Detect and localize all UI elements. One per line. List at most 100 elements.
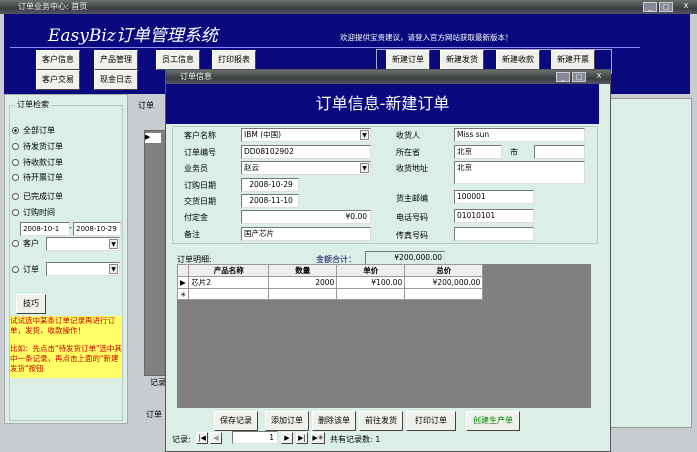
nav-employee-info[interactable]: 员工信息	[156, 50, 200, 70]
radio-label: 已完成订单	[23, 192, 63, 201]
customer-select[interactable]: ▼	[46, 237, 120, 251]
dialog-maximize-button[interactable]: □	[572, 72, 586, 82]
right-panel	[610, 98, 692, 428]
total-value: ¥200,000.00	[365, 251, 445, 265]
deposit-label: 付定金	[184, 213, 208, 222]
chevron-down-icon[interactable]: ▼	[360, 130, 369, 140]
note-input[interactable]: 国产芯片	[241, 227, 371, 241]
close-button[interactable]: X	[679, 2, 693, 12]
order-no-input[interactable]: DD08102902	[241, 145, 371, 159]
cell-total[interactable]: ¥200,000.00	[404, 276, 484, 289]
date-to-input[interactable]: 2008-10-29	[73, 222, 121, 236]
new-order-button[interactable]: 新建订单	[386, 50, 430, 70]
cell-price[interactable]: ¥100.00	[336, 276, 406, 289]
list-label: 订单	[138, 101, 154, 110]
search-title: 订单检索	[15, 99, 51, 110]
records-label: 记录	[150, 378, 166, 387]
maximize-button[interactable]: □	[659, 2, 673, 12]
prev-record-icon[interactable]: ◀	[210, 432, 222, 444]
deposit-input[interactable]: ¥0.00	[241, 210, 371, 224]
zip-label: 货主邮编	[396, 194, 428, 203]
nav-customer-trade[interactable]: 客户交易	[36, 70, 80, 90]
chevron-down-icon[interactable]: ▼	[360, 163, 369, 173]
radio-order[interactable]	[12, 266, 19, 273]
order-label-bg: 订单	[146, 410, 162, 419]
nav-print-reports[interactable]: 打印报表	[212, 50, 256, 70]
table-row[interactable]: ▶ 芯片2 2000 ¥100.00 ¥200,000.00	[176, 276, 484, 289]
dialog-close-button[interactable]: X	[592, 72, 606, 82]
phone-label: 电话号码	[396, 213, 428, 222]
last-record-icon[interactable]: ▶|	[296, 432, 308, 444]
customer-name-select[interactable]: IBM (中国)	[241, 128, 371, 142]
fax-label: 传真号码	[396, 231, 428, 240]
order-date-input[interactable]: 2008-10-29	[241, 178, 299, 192]
radio-pending-invoice[interactable]	[12, 174, 19, 181]
main-title: 订单业务中心: 首页	[18, 2, 88, 11]
new-row-icon: ✳	[176, 288, 190, 300]
note-label: 备注	[184, 230, 200, 239]
divider	[10, 47, 640, 48]
nav-cash-log[interactable]: 现金日志	[94, 70, 138, 90]
next-record-icon[interactable]: ▶	[281, 432, 293, 444]
nav-product-mgmt[interactable]: 产品管理	[94, 50, 138, 70]
cell-product[interactable]: 芯片2	[188, 276, 270, 289]
radio-label: 待发货订单	[23, 142, 63, 151]
radio-all-orders[interactable]	[12, 127, 19, 134]
chevron-down-icon: ▼	[109, 264, 118, 274]
new-row[interactable]: ✳	[176, 288, 484, 300]
delivery-date-input[interactable]: 2008-11-10	[241, 194, 299, 208]
create-production-button[interactable]: 创建生产单	[466, 411, 520, 431]
date-separator: -	[69, 223, 72, 232]
zip-input[interactable]: 100001	[454, 190, 534, 204]
minimize-button[interactable]: _	[643, 2, 657, 12]
first-record-icon[interactable]: |◀	[196, 432, 208, 444]
customer-label: 客户	[23, 239, 39, 248]
address-label: 收货地址	[396, 164, 428, 173]
tips-box: 试试选中某条订单记录再进行订单，发货，收款操作！ 比如：先点击"待发货订单"选中…	[10, 316, 122, 378]
customer-name-label: 客户名称	[184, 131, 216, 140]
save-record-button[interactable]: 保存记录	[214, 411, 258, 431]
radio-completed[interactable]	[12, 193, 19, 200]
fax-input[interactable]	[454, 227, 534, 241]
province-input[interactable]: 北京	[454, 145, 502, 159]
delete-order-button[interactable]: 删除该单	[312, 411, 356, 431]
receiver-label: 收货人	[396, 131, 420, 140]
go-ship-button[interactable]: 前往发货	[359, 411, 403, 431]
col-total[interactable]: 总价	[404, 264, 484, 277]
new-record-icon[interactable]: ▶✳	[311, 432, 325, 444]
delivery-date-label: 交货日期	[184, 197, 216, 206]
salesperson-select[interactable]: 赵云	[241, 161, 371, 175]
radio-label: 订购时间	[23, 208, 55, 217]
order-no-label: 订单编号	[184, 148, 216, 157]
record-nav-label: 记录:	[172, 435, 191, 444]
col-qty[interactable]: 数量	[268, 264, 338, 277]
dialog-minimize-button[interactable]: _	[556, 72, 570, 82]
new-shipment-button[interactable]: 新建发货	[440, 50, 484, 70]
row-selector-icon: ▶	[176, 276, 190, 289]
app-title: EasyBiz订单管理系统	[48, 26, 218, 46]
province-label: 所在省	[396, 148, 420, 157]
add-order-button[interactable]: 添加订单	[265, 411, 309, 431]
col-price[interactable]: 单价	[336, 264, 406, 277]
receiver-input[interactable]: Miss sun	[454, 128, 585, 142]
radio-order-time[interactable]	[12, 209, 19, 216]
tip-text: 试试选中某条订单记录再进行订单，发货，收款操作！	[10, 316, 115, 335]
radio-pending-payment[interactable]	[12, 159, 19, 166]
phone-input[interactable]: 01010101	[454, 209, 534, 223]
tips-button[interactable]: 技巧	[16, 294, 46, 314]
nav-customer-info[interactable]: 客户信息	[36, 50, 80, 70]
print-order-button[interactable]: 打印订单	[406, 411, 456, 431]
cell-qty[interactable]: 2000	[268, 276, 338, 289]
record-number-input[interactable]: 1	[232, 431, 278, 444]
new-invoice-button[interactable]: 新建开票	[551, 50, 595, 70]
radio-pending-shipment[interactable]	[12, 143, 19, 150]
radio-label: 待收款订单	[23, 158, 63, 167]
radio-customer[interactable]	[12, 240, 19, 247]
radio-label: 全部订单	[23, 126, 55, 135]
col-product[interactable]: 产品名称	[188, 264, 270, 277]
date-from-input[interactable]: 2008-10-1	[20, 222, 70, 236]
city-input[interactable]	[534, 145, 585, 159]
address-input[interactable]: 北京	[454, 161, 585, 184]
order-select[interactable]: ▼	[46, 262, 120, 276]
new-payment-button[interactable]: 新建收款	[496, 50, 540, 70]
